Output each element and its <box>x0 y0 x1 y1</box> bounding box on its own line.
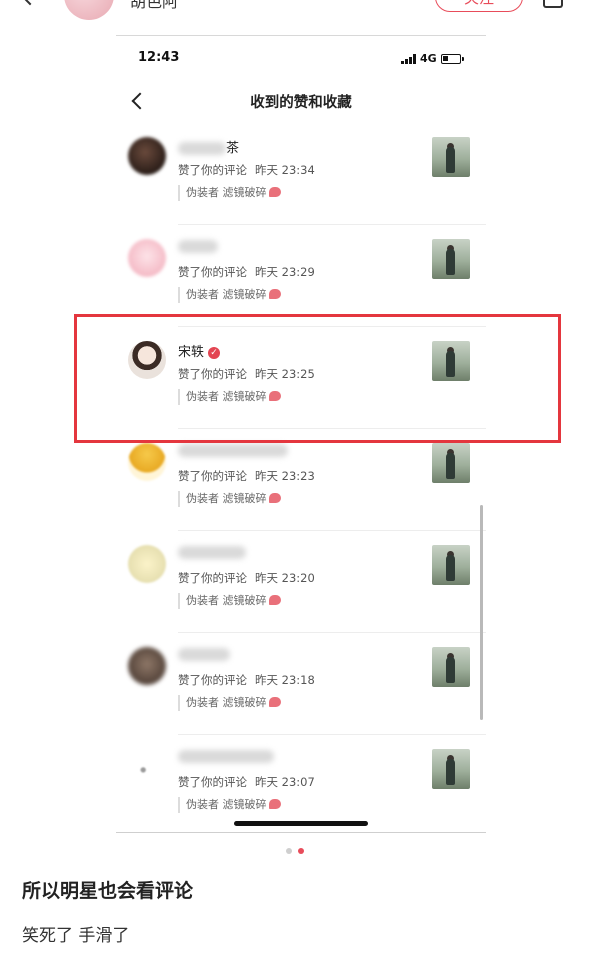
blurred-name <box>178 750 274 763</box>
speech-bubble-icon <box>268 799 281 809</box>
screenshot-bottom-divider <box>116 832 486 833</box>
status-time: 12:43 <box>138 50 180 65</box>
blurred-name <box>178 546 246 559</box>
post-body: 笑死了 手滑了 <box>22 926 130 946</box>
avatar-small-figure[interactable] <box>128 749 166 787</box>
carousel-dot-active[interactable] <box>298 848 304 854</box>
quoted-comment[interactable]: 伪装者 滤镜破碎 <box>178 593 281 609</box>
speech-bubble-icon <box>268 697 281 707</box>
blurred-name <box>178 142 226 155</box>
signal-icon <box>401 53 416 64</box>
quoted-comment[interactable]: 伪装者 滤镜破碎 <box>178 287 281 303</box>
quoted-comment[interactable]: 伪装者 滤镜破碎 <box>178 185 281 201</box>
avatar-lightbulb[interactable] <box>128 545 166 583</box>
share-icon[interactable] <box>543 0 563 8</box>
highlight-box <box>74 314 561 443</box>
notification-row[interactable]: 赞了你的评论 昨天 23:18 伪装者 滤镜破碎 <box>116 633 486 735</box>
nav-title: 收到的赞和收藏 <box>250 95 352 111</box>
scrollbar[interactable] <box>480 505 483 720</box>
blurred-name <box>178 648 230 661</box>
notification-action: 赞了你的评论 昨天 23:18 <box>178 673 315 687</box>
notification-row[interactable]: 赞了你的评论 昨天 23:07 伪装者 滤镜破碎 <box>116 735 486 831</box>
notification-action: 赞了你的评论 昨天 23:34 <box>178 163 315 177</box>
speech-bubble-icon <box>268 187 281 197</box>
author-name[interactable]: 胡色阿 <box>130 0 178 12</box>
speech-bubble-icon <box>268 493 281 503</box>
avatar-photo-dark[interactable] <box>128 137 166 175</box>
notification-action: 赞了你的评论 昨天 23:23 <box>178 469 315 483</box>
notification-action: 赞了你的评论 昨天 23:07 <box>178 775 315 789</box>
notification-row[interactable]: 赞了你的评论 昨天 23:23 伪装者 滤镜破碎 <box>116 429 486 531</box>
status-indicators: 4G <box>401 52 464 65</box>
battery-icon <box>440 53 464 64</box>
post-title: 所以明星也会看评论 <box>22 880 194 902</box>
home-indicator <box>234 821 368 826</box>
speech-bubble-icon <box>268 595 281 605</box>
user-name[interactable] <box>178 443 288 461</box>
carousel-dot[interactable] <box>286 848 292 854</box>
notification-row[interactable]: 赞了你的评论 昨天 23:29 伪装者 滤镜破碎 <box>116 225 486 327</box>
network-type: 4G <box>420 52 437 65</box>
post-thumbnail[interactable] <box>432 749 470 789</box>
quoted-comment[interactable]: 伪装者 滤镜破碎 <box>178 797 281 813</box>
quoted-comment[interactable]: 伪装者 滤镜破碎 <box>178 491 281 507</box>
notification-row[interactable]: 茶 赞了你的评论 昨天 23:34 伪装者 滤镜破碎 <box>116 123 486 225</box>
avatar-photo-brown[interactable] <box>128 647 166 685</box>
post-thumbnail[interactable] <box>432 545 470 585</box>
follow-button[interactable]: 关注 <box>435 0 523 12</box>
avatar-pink-cartoon[interactable] <box>128 239 166 277</box>
post-thumbnail[interactable] <box>432 443 470 483</box>
avatar-yellow-badge[interactable] <box>128 443 166 481</box>
back-icon[interactable] <box>18 0 42 6</box>
post-thumbnail[interactable] <box>432 239 470 279</box>
author-avatar[interactable] <box>64 0 114 20</box>
notification-action: 赞了你的评论 昨天 23:29 <box>178 265 315 279</box>
screenshot-top-divider <box>116 35 486 36</box>
notification-row[interactable]: 赞了你的评论 昨天 23:20 伪装者 滤镜破碎 <box>116 531 486 633</box>
speech-bubble-icon <box>268 289 281 299</box>
notification-action: 赞了你的评论 昨天 23:20 <box>178 571 315 585</box>
blurred-name <box>178 240 218 253</box>
user-name[interactable]: 茶 <box>178 137 239 156</box>
outer-header: 胡色阿 关注 <box>0 0 600 22</box>
blurred-name <box>178 444 288 457</box>
user-name[interactable] <box>178 239 218 257</box>
user-name[interactable] <box>178 545 246 563</box>
post-thumbnail[interactable] <box>432 137 470 177</box>
user-name[interactable] <box>178 647 230 665</box>
quoted-comment[interactable]: 伪装者 滤镜破碎 <box>178 695 281 711</box>
user-name[interactable] <box>178 749 274 767</box>
carousel-indicator[interactable] <box>286 848 304 854</box>
post-thumbnail[interactable] <box>432 647 470 687</box>
